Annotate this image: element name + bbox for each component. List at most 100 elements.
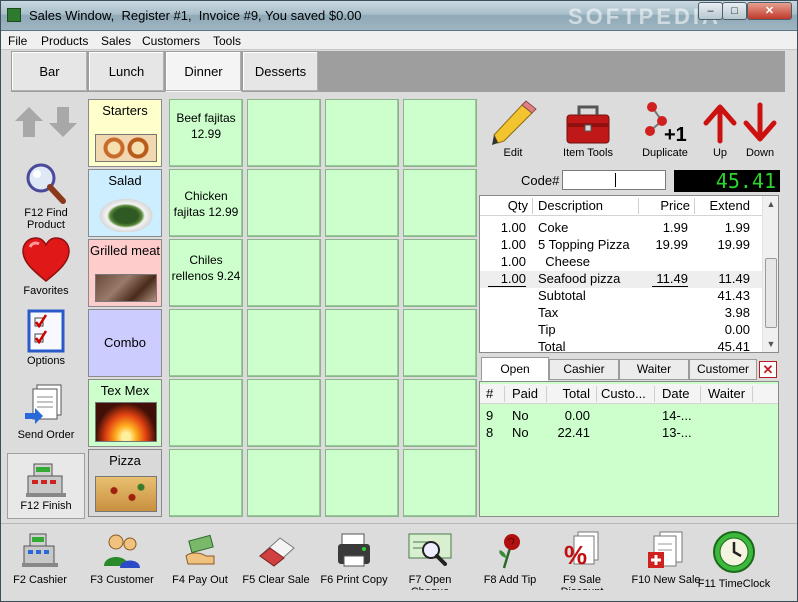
menu-products[interactable]: Products bbox=[41, 34, 88, 48]
send-order-button[interactable]: Send Order bbox=[7, 383, 85, 441]
pizza-image bbox=[95, 476, 157, 512]
col-extend[interactable]: Extend bbox=[698, 198, 750, 214]
product-empty[interactable] bbox=[403, 239, 477, 307]
receipt-row[interactable]: 1.00 5 Topping Pizza 19.99 19.99 bbox=[480, 237, 762, 254]
tab-desserts[interactable]: Desserts bbox=[242, 51, 319, 92]
down-button[interactable]: Down bbox=[741, 99, 779, 159]
product-empty[interactable] bbox=[169, 379, 243, 447]
options-button[interactable]: Options bbox=[7, 309, 85, 367]
group-starters[interactable]: Starters bbox=[88, 99, 162, 167]
col-waiter[interactable]: Waiter bbox=[708, 386, 745, 401]
receipt-row-selected[interactable]: 1.00 Seafood pizza 11.49 11.49 bbox=[480, 271, 762, 288]
item-extend: 1.99 bbox=[724, 220, 750, 235]
product-empty[interactable] bbox=[169, 449, 243, 517]
invoice-row[interactable]: 8 No 22.41 13-... bbox=[480, 425, 778, 442]
new-sale-icon bbox=[648, 531, 683, 568]
tab-waiter[interactable]: Waiter bbox=[619, 359, 689, 380]
edit-button[interactable]: Edit bbox=[485, 99, 541, 159]
product-empty[interactable] bbox=[403, 379, 477, 447]
col-num[interactable]: # bbox=[486, 386, 493, 401]
col-customer[interactable]: Custo... bbox=[601, 386, 646, 401]
menu-tools[interactable]: Tools bbox=[213, 34, 241, 48]
col-paid[interactable]: Paid bbox=[512, 386, 538, 401]
f10-new-sale-button[interactable]: F10 New Sale bbox=[627, 530, 705, 586]
f8-add-tip-button[interactable]: F8 Add Tip bbox=[471, 530, 549, 586]
group-salad[interactable]: Salad bbox=[88, 169, 162, 237]
product-empty[interactable] bbox=[325, 169, 399, 237]
product-beef-fajitas[interactable]: Beef fajitas 12.99 bbox=[169, 99, 243, 167]
product-empty[interactable] bbox=[247, 99, 321, 167]
tab-dinner[interactable]: Dinner bbox=[165, 51, 242, 92]
tab-lunch[interactable]: Lunch bbox=[88, 51, 165, 92]
invoice-tabs: Open Cashier Waiter Customer ✕ bbox=[479, 357, 779, 381]
maximize-button[interactable]: □ bbox=[722, 2, 747, 20]
f5-clear-sale-button[interactable]: F5 Clear Sale bbox=[237, 530, 315, 586]
invoice-row[interactable]: 9 No 0.00 14-... bbox=[480, 408, 778, 425]
receipt-row[interactable]: 1.00 Cheese bbox=[480, 254, 762, 271]
code-input[interactable] bbox=[562, 170, 666, 190]
f4-pay-out-button[interactable]: F4 Pay Out bbox=[161, 530, 239, 586]
invoice-total: 0.00 bbox=[564, 408, 590, 423]
close-icon[interactable]: ✕ bbox=[759, 361, 777, 378]
item-tools-button[interactable]: Item Tools bbox=[557, 99, 619, 159]
product-empty[interactable] bbox=[403, 169, 477, 237]
scroll-thumb[interactable] bbox=[765, 258, 777, 328]
group-combo[interactable]: Combo bbox=[88, 309, 162, 377]
f9-sale-discount-button[interactable]: % F9 Sale Discount bbox=[543, 530, 621, 590]
tab-cashier[interactable]: Cashier bbox=[549, 359, 619, 380]
tab-open[interactable]: Open bbox=[481, 357, 549, 381]
finish-button[interactable]: F12 Finish bbox=[7, 453, 85, 519]
receipt-list[interactable]: Qty Description Price Extend 1.00 Coke 1… bbox=[479, 195, 779, 353]
scroll-down-icon[interactable]: ▼ bbox=[763, 336, 778, 352]
f3-customer-button[interactable]: F3 Customer bbox=[83, 530, 161, 586]
tax-value: 3.98 bbox=[724, 305, 750, 320]
product-empty[interactable] bbox=[325, 99, 399, 167]
scroll-up-icon[interactable]: ▲ bbox=[763, 196, 778, 212]
close-button[interactable]: ✕ bbox=[747, 2, 792, 20]
product-empty[interactable] bbox=[247, 379, 321, 447]
menu-customers[interactable]: Customers bbox=[142, 34, 200, 48]
salad-image bbox=[95, 196, 157, 232]
product-empty[interactable] bbox=[247, 239, 321, 307]
find-product-button[interactable]: F12 Find Product bbox=[7, 161, 85, 229]
clock-icon bbox=[713, 531, 755, 573]
product-empty[interactable] bbox=[247, 449, 321, 517]
col-date[interactable]: Date bbox=[662, 386, 689, 401]
group-tex-mex[interactable]: Tex Mex bbox=[88, 379, 162, 447]
code-label: Code# bbox=[521, 173, 560, 188]
product-empty[interactable] bbox=[247, 309, 321, 377]
product-empty[interactable] bbox=[169, 309, 243, 377]
menu-sales[interactable]: Sales bbox=[101, 34, 131, 48]
col-description[interactable]: Description bbox=[538, 198, 603, 214]
invoice-list[interactable]: # Paid Total Custo... Date Waiter 9 No 0… bbox=[479, 381, 779, 517]
product-chicken-fajitas[interactable]: Chicken fajitas 12.99 bbox=[169, 169, 243, 237]
menu-file[interactable]: File bbox=[8, 34, 27, 48]
col-price[interactable]: Price bbox=[642, 198, 690, 214]
up-down-gray-arrows-icon[interactable] bbox=[11, 105, 81, 139]
product-empty[interactable] bbox=[325, 309, 399, 377]
product-empty[interactable] bbox=[403, 309, 477, 377]
f11-timeclock-button[interactable]: F11 TimeClock bbox=[695, 530, 773, 590]
group-grilled-meat[interactable]: Grilled meat bbox=[88, 239, 162, 307]
f2-cashier-button[interactable]: F2 Cashier bbox=[1, 530, 79, 586]
group-pizza[interactable]: Pizza bbox=[88, 449, 162, 517]
product-chiles-rellenos[interactable]: Chiles rellenos 9.24 bbox=[169, 239, 243, 307]
favorites-button[interactable]: Favorites bbox=[7, 237, 85, 297]
tab-customer[interactable]: Customer bbox=[689, 359, 757, 380]
receipt-scrollbar[interactable]: ▲ ▼ bbox=[762, 196, 778, 352]
f7-open-cheque-button[interactable]: F7 Open Cheque bbox=[391, 530, 469, 590]
product-empty[interactable] bbox=[403, 449, 477, 517]
product-empty[interactable] bbox=[247, 169, 321, 237]
product-empty[interactable] bbox=[325, 379, 399, 447]
col-qty[interactable]: Qty bbox=[488, 198, 528, 214]
f6-print-copy-button[interactable]: F6 Print Copy bbox=[315, 530, 393, 586]
col-total[interactable]: Total bbox=[552, 386, 590, 401]
duplicate-button[interactable]: +1 Duplicate bbox=[635, 99, 695, 159]
minimize-button[interactable]: – bbox=[698, 2, 723, 20]
tab-bar[interactable]: Bar bbox=[11, 51, 88, 92]
receipt-row[interactable]: 1.00 Coke 1.99 1.99 bbox=[480, 220, 762, 237]
product-empty[interactable] bbox=[325, 449, 399, 517]
product-empty[interactable] bbox=[325, 239, 399, 307]
product-empty[interactable] bbox=[403, 99, 477, 167]
up-button[interactable]: Up bbox=[701, 99, 739, 159]
